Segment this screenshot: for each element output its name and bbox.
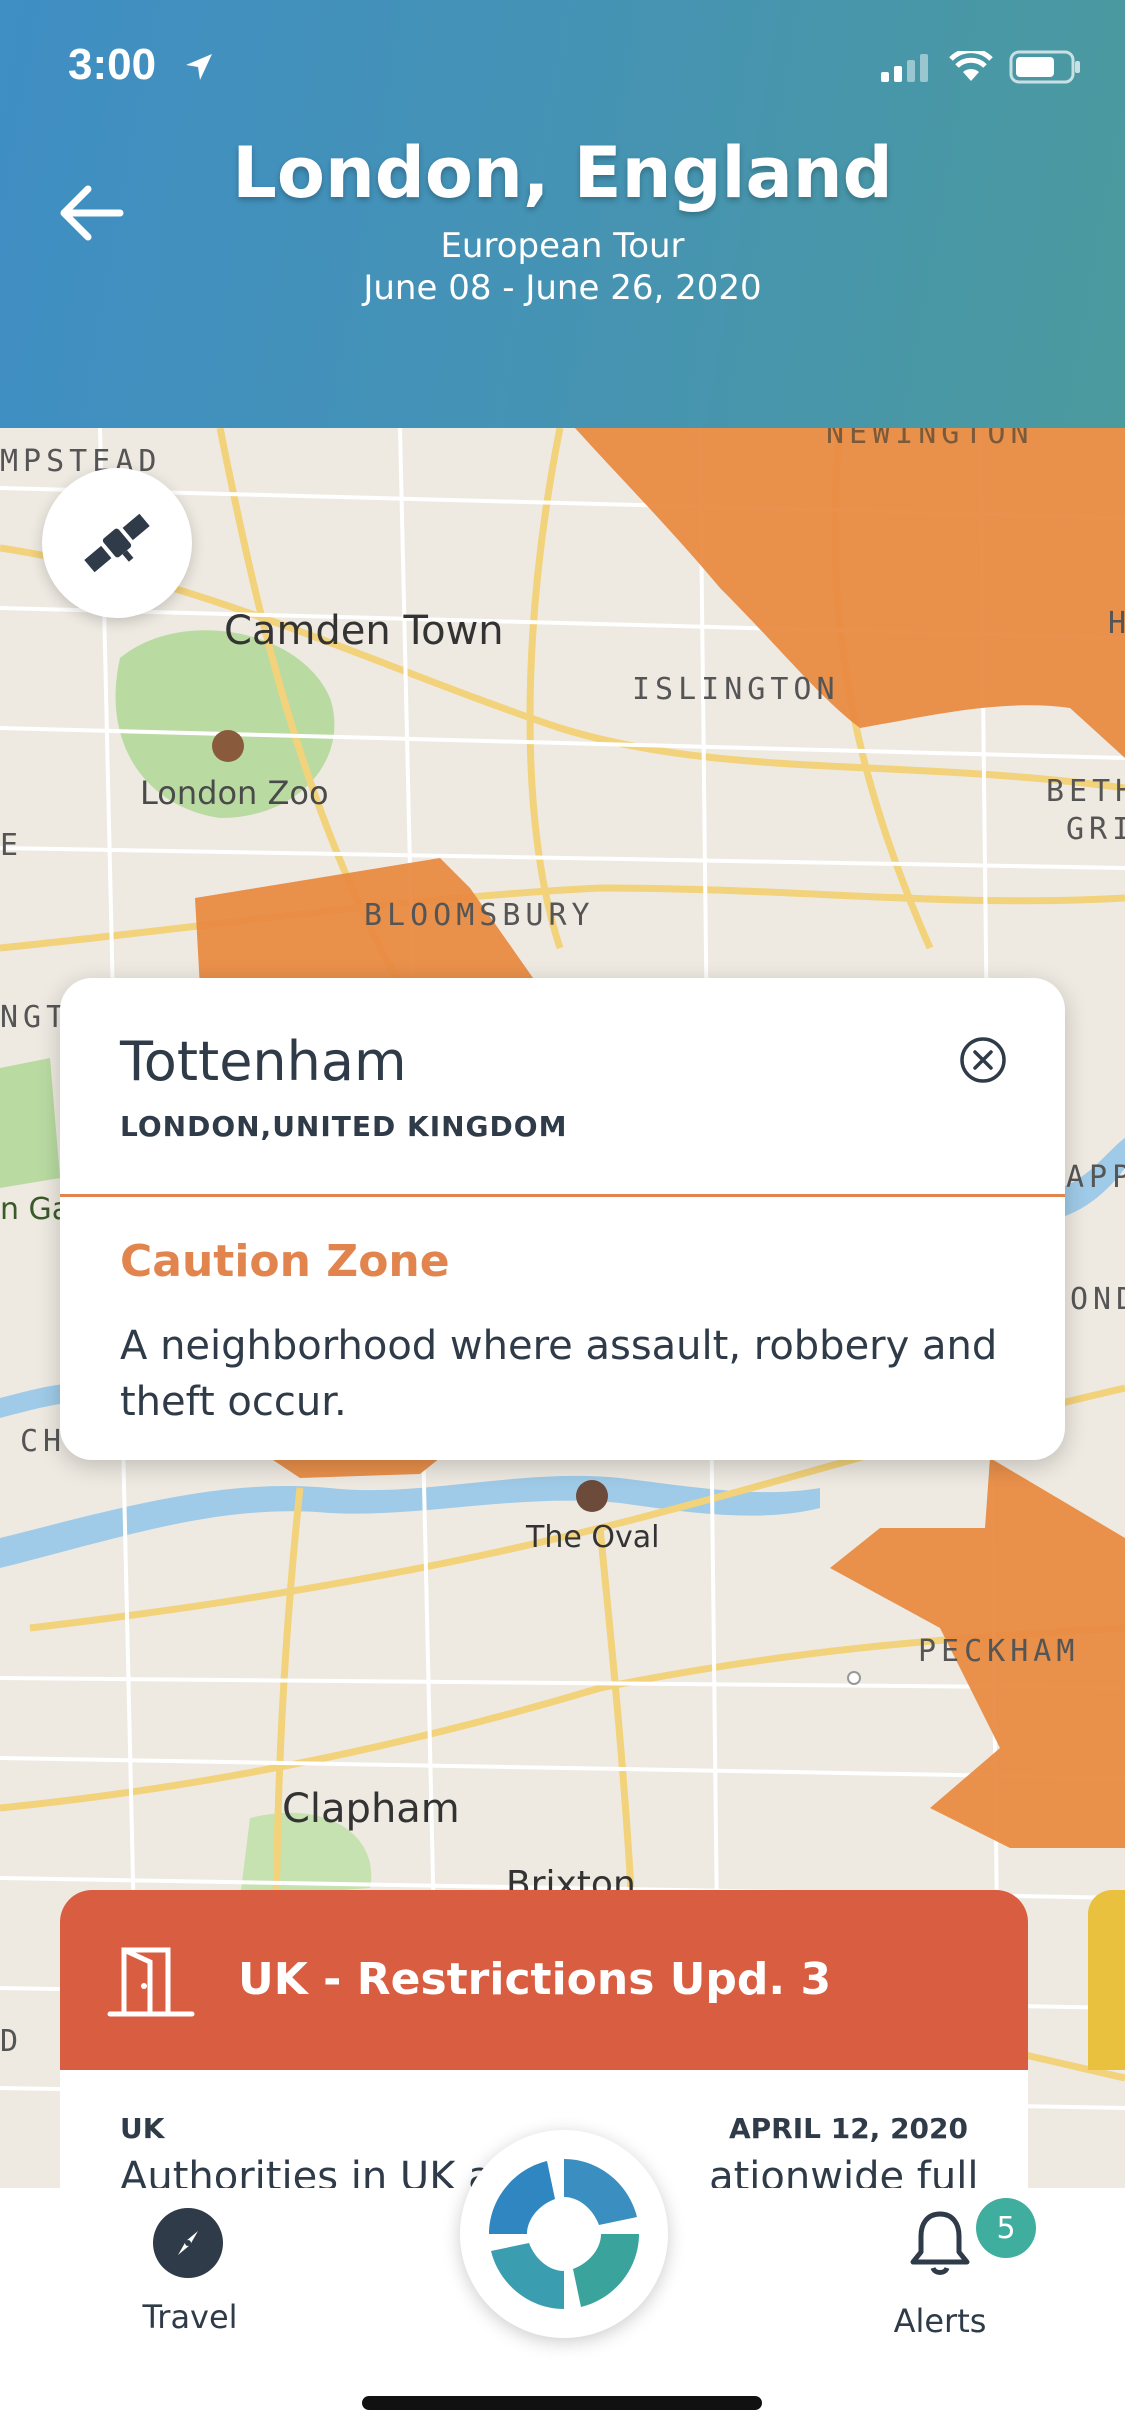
trip-name: European Tour (440, 226, 685, 266)
battery-icon (1009, 50, 1080, 84)
zone-type: Caution Zone (120, 1236, 450, 1287)
map-label-peckham: PECKHAM (918, 1634, 1080, 1669)
signal-icon (881, 54, 928, 82)
nav-travel-label: Travel (142, 2298, 238, 2336)
map-label-app: APP (1066, 1160, 1125, 1195)
map-label-clapham: Clapham (282, 1786, 460, 1832)
map-label-the-oval: The Oval (526, 1520, 660, 1555)
app-logo-icon (489, 2159, 639, 2309)
neighborhood-name: Tottenham (120, 1030, 407, 1093)
close-icon[interactable] (959, 1036, 1007, 1084)
compass-icon (153, 2208, 223, 2278)
satellite-icon (84, 513, 150, 573)
map-label-newington: NEWINGTON (826, 428, 1034, 451)
bell-icon (910, 2211, 970, 2275)
neighborhood-popup: Tottenham LONDON,UNITED KINGDOM Caution … (60, 978, 1065, 1460)
popup-divider (60, 1194, 1065, 1197)
map-label-e-edge: E (0, 828, 24, 863)
wifi-icon (949, 51, 993, 81)
trip-dates: June 08 - June 26, 2020 (363, 268, 762, 308)
satellite-toggle-button[interactable] (42, 468, 192, 618)
door-exit-icon (107, 1947, 195, 2017)
page-title: London, England (232, 132, 893, 214)
alert-body-text-1: Authorities in UK ar (120, 2154, 510, 2190)
map-label-ond: OND (1070, 1282, 1125, 1317)
nav-alerts[interactable]: 5 Alerts (880, 2198, 1036, 2340)
header-bar: 3:00 London, England European Tour June … (0, 0, 1125, 428)
map-label-camden-town: Camden Town (224, 608, 504, 654)
alert-country: UK (120, 2112, 165, 2145)
home-indicator (362, 2396, 762, 2410)
map-label-d-edge: D (0, 2024, 24, 2059)
next-alert-card-edge[interactable] (1088, 1890, 1125, 2070)
map-label-ngt: NGT (0, 1000, 70, 1035)
map-label-h-edge: H (1108, 606, 1125, 641)
nav-travel[interactable]: Travel (140, 2208, 238, 2336)
alert-body-text-2: ationwide full (709, 2154, 979, 2190)
map-label-beth: BETH (1046, 774, 1125, 809)
alert-title: UK - Restrictions Upd. 3 (238, 1954, 832, 2005)
nav-alerts-label: Alerts (893, 2302, 987, 2340)
map-label-gri: GRI (1066, 812, 1125, 847)
neighborhood-region: LONDON,UNITED KINGDOM (120, 1110, 568, 1143)
alert-card-header: UK - Restrictions Upd. 3 (60, 1890, 1028, 2070)
map-label-london-zoo: London Zoo (140, 774, 329, 812)
alerts-count-badge: 5 (976, 2198, 1036, 2258)
map-label-bloomsbury: BLOOMSBURY (364, 898, 595, 933)
map-label-islington: ISLINGTON (632, 672, 840, 707)
status-time: 3:00 (68, 40, 157, 89)
alert-date: APRIL 12, 2020 (728, 2112, 968, 2145)
zone-description: A neighborhood where assault, robbery an… (120, 1323, 998, 1425)
location-arrow-icon (184, 52, 214, 86)
center-logo-button[interactable] (460, 2130, 668, 2338)
status-icons (881, 50, 1081, 84)
